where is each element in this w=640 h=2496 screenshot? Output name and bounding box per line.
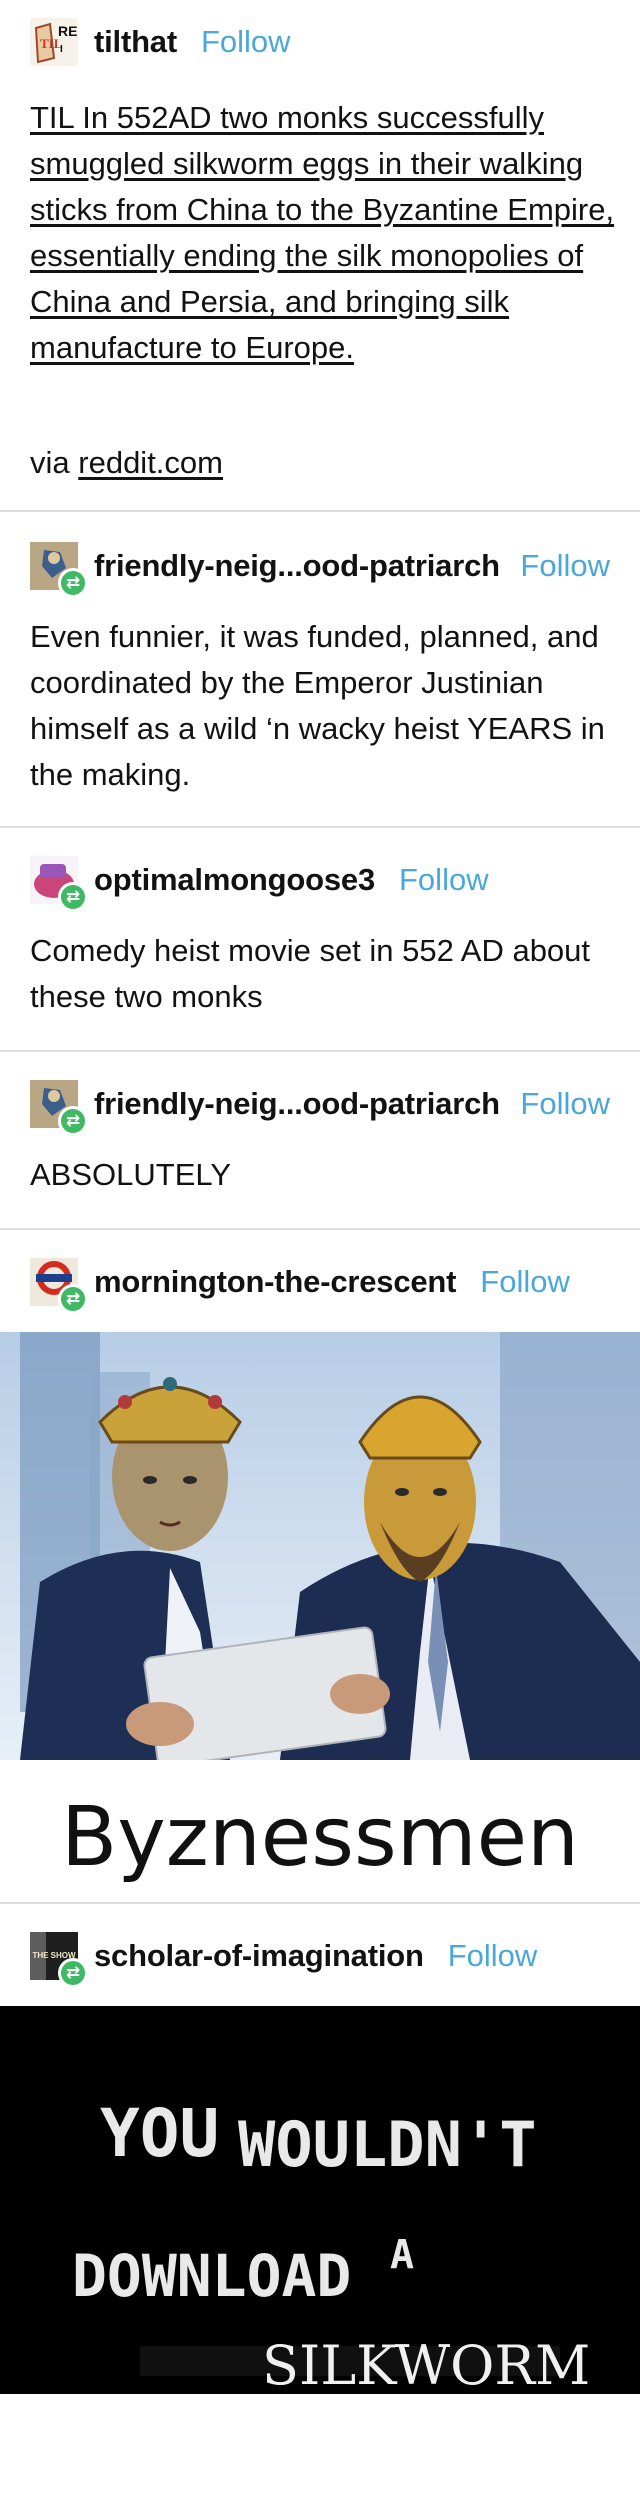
reblog-icon: ⇄ [58,1284,88,1314]
reblog-icon: ⇄ [58,882,88,912]
meme-text-you: YOU [100,2095,219,2172]
post-header: ⇄ friendly-neig...ood-patriarch Follow [30,1078,610,1136]
post-header: ⇄ mornington-the-crescent Follow [30,1256,570,1314]
follow-button[interactable]: Follow [201,24,291,60]
comment-text: ABSOLUTELY [30,1157,232,1192]
meme-text-wouldnt: WOULDN'T [238,2108,537,2181]
title-link[interactable]: TIL In 552AD two monks successfully smug… [30,100,614,365]
source-line: via reddit.com [30,440,615,486]
meme-text-download: DOWNLOAD [72,2242,351,2310]
comment-text: Even funnier, it was funded, planned, an… [30,619,605,792]
comment-text: Comedy heist movie set in 552 AD about t… [30,933,591,1014]
follow-button[interactable]: Follow [448,1938,538,1974]
svg-text:RE: RE [58,23,77,39]
post-header: ⇄ friendly-neig...ood-patriarch Follow [30,540,610,598]
post-header: THE SHOW ⇄ scholar-of-imagination Follow [30,1930,538,1988]
username[interactable]: friendly-neig...ood-patriarch [94,548,500,584]
avatar-optimalmongoose3[interactable]: ⇄ [30,856,88,912]
follow-button[interactable]: Follow [480,1264,570,1300]
post-title: TIL In 552AD two monks successfully smug… [30,95,615,371]
avatar-friendly-neighborhood-patriarch[interactable]: ⇄ [30,1080,88,1136]
via-label: via [30,445,70,480]
silkworm-illustration: YOU WOULDN'T DOWNLOAD A SILKWORM [0,2006,640,2394]
username[interactable]: optimalmongoose3 [94,862,375,898]
byznessmen-illustration: Byznessmen [0,1332,640,1902]
avatar-mornington-the-crescent[interactable]: ⇄ [30,1258,88,1314]
image-caption: Byznessmen [61,1790,579,1885]
avatar-friendly-neighborhood-patriarch[interactable]: ⇄ [30,542,88,598]
source-link[interactable]: reddit.com [78,445,223,480]
reblog-comment: ⇄ friendly-neig...ood-patriarch Follow A… [0,1052,640,1228]
post-tilthat: TIL RE I tilthat Follow TIL In 552AD two… [0,0,640,510]
post-header: TIL RE I tilthat Follow [30,16,291,68]
reblog-comment: ⇄ friendly-neig...ood-patriarch Follow E… [0,512,640,826]
post-header: ⇄ optimalmongoose3 Follow [30,854,489,912]
reblog-icon: ⇄ [58,568,88,598]
reblog-icon: ⇄ [58,1106,88,1136]
meme-text-a: A [390,2232,414,2278]
avatar-tilthat[interactable]: TIL RE I [30,18,78,66]
username[interactable]: mornington-the-crescent [94,1264,456,1300]
reblog-comment: ⇄ optimalmongoose3 Follow Comedy heist m… [0,828,640,1050]
follow-button[interactable]: Follow [399,862,489,898]
username[interactable]: scholar-of-imagination [94,1938,424,1974]
til-logo-icon: TIL RE I [30,18,78,66]
username[interactable]: friendly-neig...ood-patriarch [94,1086,500,1122]
reblog-image-post: THE SHOW ⇄ scholar-of-imagination Follow… [0,1904,640,2394]
reblog-icon: ⇄ [58,1958,88,1988]
silkworm-meme-image[interactable]: YOU WOULDN'T DOWNLOAD A SILKWORM [0,2006,640,2394]
username[interactable]: tilthat [94,24,177,60]
svg-text:I: I [60,44,63,55]
reblog-image-post: ⇄ mornington-the-crescent Follow Byzness… [0,1230,640,1902]
meme-text-silkworm: SILKWORM [262,2334,590,2394]
follow-button[interactable]: Follow [520,548,610,584]
byznessmen-meme-image[interactable]: Byznessmen [0,1332,640,1902]
avatar-scholar-of-imagination[interactable]: THE SHOW ⇄ [30,1932,88,1988]
follow-button[interactable]: Follow [520,1086,610,1122]
